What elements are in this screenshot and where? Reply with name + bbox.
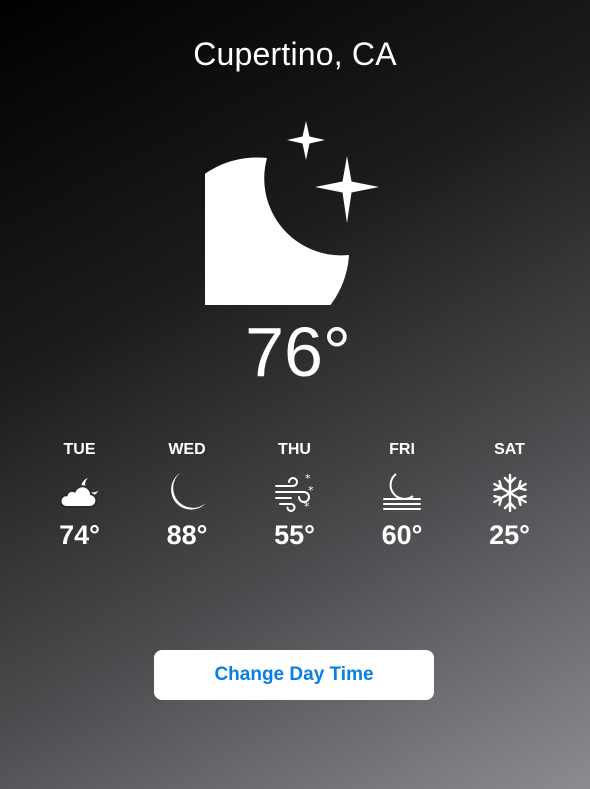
snowflake-icon bbox=[492, 473, 527, 513]
svg-text:*: * bbox=[304, 500, 310, 513]
forecast-day: SAT 25° bbox=[456, 440, 563, 551]
current-temperature: 76° bbox=[245, 313, 351, 391]
forecast-day-name: WED bbox=[168, 441, 206, 458]
forecast-temperature: 74° bbox=[59, 520, 100, 550]
cloud-moon-icon bbox=[59, 478, 98, 508]
change-day-time-button[interactable]: Change Day Time bbox=[154, 650, 434, 700]
forecast-day: WED 88° bbox=[134, 440, 241, 551]
wind-snow-icon: * * * bbox=[274, 472, 314, 513]
forecast-day-name: FRI bbox=[389, 441, 415, 458]
forecast-day: THU * * * 55° bbox=[241, 440, 348, 551]
forecast-day-name: TUE bbox=[63, 441, 96, 458]
svg-text:*: * bbox=[308, 484, 314, 497]
forecast-day-name: THU bbox=[278, 441, 311, 458]
forecast-day: TUE 74° bbox=[26, 440, 133, 551]
forecast-temperature: 55° bbox=[274, 520, 315, 550]
forecast-day: FRI 60° bbox=[349, 440, 456, 551]
moon-haze-icon bbox=[383, 473, 421, 510]
forecast-temperature: 25° bbox=[489, 520, 530, 550]
city-name: Cupertino, CA bbox=[193, 36, 397, 72]
moon-icon bbox=[171, 473, 206, 510]
forecast-temperature: 88° bbox=[166, 520, 208, 550]
forecast-temperature: 60° bbox=[381, 520, 423, 550]
moon-stars-icon bbox=[205, 121, 379, 305]
forecast-day-name: SAT bbox=[494, 441, 525, 458]
forecast-row: TUE 74° WED 88° THU * * * 55° FRI 60° SA… bbox=[26, 440, 563, 551]
